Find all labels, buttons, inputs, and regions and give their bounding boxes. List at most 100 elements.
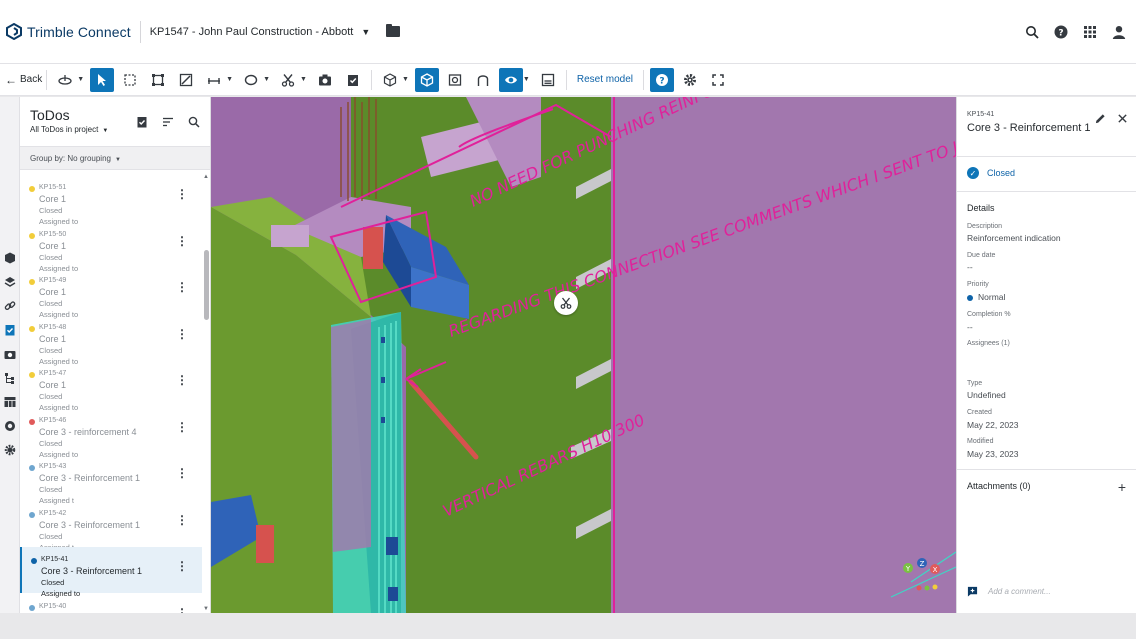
- add-attachment-button[interactable]: +: [1118, 479, 1126, 495]
- more-options-icon[interactable]: ⋮: [176, 328, 188, 340]
- todos-filter-dropdown[interactable]: All ToDos in project ▼: [30, 125, 108, 134]
- cube-view-icon: [420, 72, 434, 87]
- view-cube-button[interactable]: [414, 67, 439, 92]
- scroll-up-icon[interactable]: ▲: [203, 174, 209, 180]
- table-button[interactable]: [3, 395, 16, 408]
- more-options-icon[interactable]: ⋮: [176, 467, 188, 479]
- modified-label: Modified: [967, 438, 994, 445]
- orbit-button[interactable]: [53, 68, 77, 92]
- status-dropdown[interactable]: ✓ Closed: [967, 167, 1015, 179]
- orbit-icon: [58, 74, 72, 85]
- todo-list-item[interactable]: KP15-51 Core 1 Closed Assigned to ⋮: [20, 175, 202, 226]
- todo-list-item[interactable]: KP15-43 Core 3 - Reinforcement 1 Closed Ass…: [20, 454, 202, 505]
- todo-item-id: KP15-47: [39, 370, 67, 377]
- group-by-dropdown[interactable]: Group by: No grouping ▼: [20, 146, 210, 170]
- measure-button[interactable]: [202, 68, 226, 92]
- scroll-down-icon[interactable]: ▼: [203, 606, 209, 612]
- close-details-button[interactable]: [1117, 111, 1128, 129]
- more-options-icon[interactable]: ⋮: [176, 421, 188, 433]
- object-button[interactable]: [378, 68, 402, 92]
- search-button[interactable]: [1025, 25, 1039, 39]
- more-options-icon[interactable]: ⋮: [176, 514, 188, 526]
- layers-button[interactable]: [3, 275, 16, 288]
- comment-input[interactable]: Add a comment...: [967, 586, 1051, 597]
- app-logo[interactable]: Trimble Connect: [6, 23, 131, 40]
- description-value[interactable]: Reinforcement indication: [967, 233, 1061, 243]
- project-name: KP1547 - John Paul Construction - Abbott: [149, 25, 354, 38]
- axis-z-label: Z: [920, 560, 925, 568]
- chevron-down-icon[interactable]: ▼: [300, 76, 307, 83]
- organizer-button[interactable]: [3, 371, 16, 384]
- todo-list-item[interactable]: KP15-50 Core 1 Closed Assigned to ⋮: [20, 222, 202, 273]
- snapshot-button[interactable]: [313, 68, 337, 92]
- help-tool-button[interactable]: ?: [650, 67, 674, 92]
- box-select-button[interactable]: [118, 68, 142, 92]
- models-button[interactable]: [3, 251, 16, 264]
- reset-model-button[interactable]: Reset model: [577, 74, 633, 85]
- scroll-thumb[interactable]: [204, 250, 209, 320]
- select-tool-button[interactable]: [90, 67, 115, 92]
- folder-icon[interactable]: [386, 24, 401, 37]
- eye-icon: [504, 76, 517, 83]
- todo-list-item[interactable]: KP15-41 Core 3 - Reinforcement 1 Closed Ass…: [20, 547, 202, 598]
- status-dot: [31, 558, 37, 564]
- apps-button[interactable]: [1083, 25, 1097, 39]
- todos-button[interactable]: [3, 323, 16, 336]
- edit-todo-button[interactable]: [1095, 111, 1106, 129]
- todo-list-item[interactable]: KP15-42Core 3 - Reinforcement 1ClosedAss…: [20, 501, 202, 552]
- todos-scrollbar[interactable]: ▲ ▼: [203, 174, 210, 612]
- cube-outline-icon: [383, 72, 397, 87]
- priority-value[interactable]: Normal: [967, 292, 1005, 302]
- links-button[interactable]: [3, 299, 16, 312]
- status-dot: [29, 186, 35, 192]
- add-todo-button[interactable]: [341, 68, 365, 92]
- todo-list-item[interactable]: KP15-49 Core 1 Closed Assigned to ⋮: [20, 268, 202, 319]
- project-selector[interactable]: KP1547 - John Paul Construction - Abbott…: [150, 26, 371, 38]
- views-button[interactable]: [3, 347, 16, 360]
- settings-button[interactable]: [678, 68, 702, 92]
- chevron-down-icon[interactable]: ▼: [226, 76, 233, 83]
- group-by-label: Group by:: [30, 154, 66, 163]
- fullscreen-button[interactable]: [706, 68, 730, 92]
- section-plane-handle[interactable]: [554, 291, 578, 315]
- chevron-down-icon[interactable]: ▼: [263, 76, 270, 83]
- more-options-icon[interactable]: ⋮: [176, 607, 188, 614]
- markup-image-icon: [180, 73, 193, 86]
- model-viewport[interactable]: NO NEED FOR PUNCHING REINFORCEMENT REGAR…: [211, 97, 956, 613]
- todo-list-item[interactable]: KP15-47 Core 1 Closed Assigned to ⋮: [20, 361, 202, 412]
- todo-item-id: KP15-42: [39, 509, 67, 517]
- due-date-value[interactable]: --: [967, 262, 973, 272]
- extensions-button[interactable]: [3, 443, 16, 456]
- user-menu-button[interactable]: [1112, 25, 1126, 39]
- priority-label: Priority: [967, 281, 989, 288]
- assignees-label[interactable]: Assignees (1): [967, 340, 1010, 347]
- visibility-button[interactable]: [498, 67, 523, 92]
- pencil-icon: [1095, 114, 1105, 124]
- chevron-down-icon[interactable]: ▼: [523, 76, 530, 83]
- more-options-icon[interactable]: ⋮: [176, 281, 188, 293]
- clash-button[interactable]: [3, 419, 16, 432]
- help-button[interactable]: ?: [1054, 25, 1068, 39]
- more-options-icon[interactable]: ⋮: [176, 374, 188, 386]
- more-options-icon[interactable]: ⋮: [176, 560, 188, 572]
- todo-list-item[interactable]: KP15-40 ⋮: [20, 594, 202, 614]
- sort-button[interactable]: [162, 115, 174, 133]
- todo-list-item[interactable]: KP15-46 Core 3 - reinforcement 4 Closed Ass…: [20, 408, 202, 459]
- markup-button[interactable]: [174, 68, 198, 92]
- properties-button[interactable]: [536, 68, 560, 92]
- fit-to-view-button[interactable]: [146, 68, 170, 92]
- add-todo-button[interactable]: [136, 115, 148, 133]
- completion-value[interactable]: --: [967, 322, 973, 332]
- more-options-icon[interactable]: ⋮: [176, 235, 188, 247]
- back-button[interactable]: ← Back: [5, 73, 42, 87]
- shape-button[interactable]: [239, 68, 263, 92]
- todo-list-item[interactable]: KP15-48 Core 1 Closed Assigned to ⋮: [20, 315, 202, 366]
- search-todos-button[interactable]: [188, 115, 200, 133]
- chevron-down-icon[interactable]: ▼: [77, 76, 84, 83]
- section-tool-button[interactable]: [276, 68, 300, 92]
- chevron-down-icon[interactable]: ▼: [402, 76, 409, 83]
- more-options-icon[interactable]: ⋮: [176, 188, 188, 200]
- type-value[interactable]: Undefined: [967, 390, 1006, 400]
- ghost-button[interactable]: [471, 68, 495, 92]
- view-mode-button[interactable]: [443, 68, 467, 92]
